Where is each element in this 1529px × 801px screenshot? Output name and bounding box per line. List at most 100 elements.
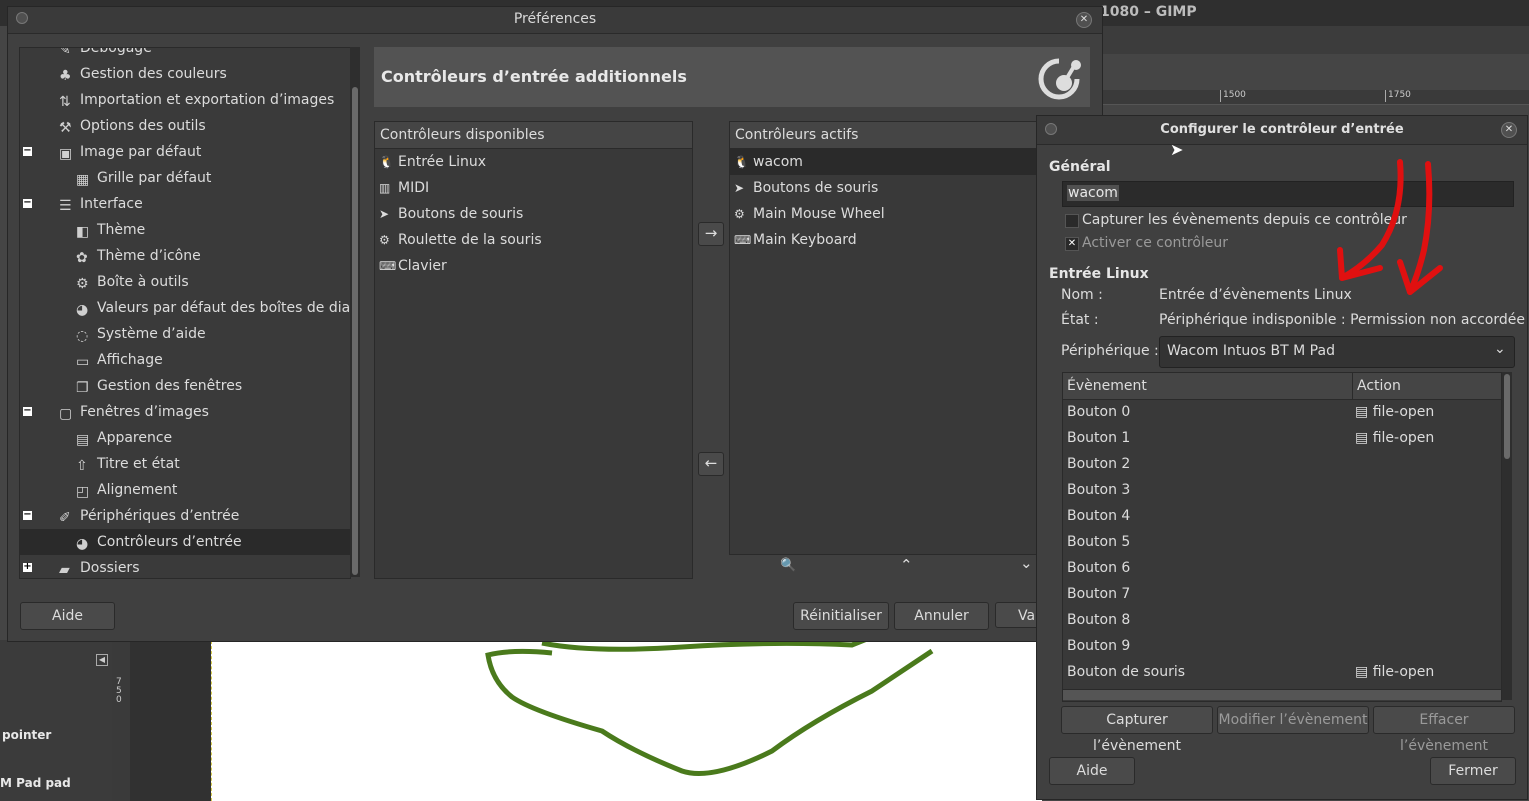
scrollbar-thumb[interactable] [1504, 374, 1510, 459]
event-column-header[interactable]: Évènement [1063, 373, 1355, 400]
event-row[interactable]: Bouton 7 [1063, 581, 1501, 607]
capture-event-button[interactable]: Capturer l’évènement [1061, 706, 1213, 754]
controller-item[interactable]: ⌨ Main Keyboard [734, 227, 857, 253]
controller-item[interactable]: ⚙ Main Mouse Wheel [734, 201, 885, 227]
tree-item-label: Gestion des fenêtres [97, 378, 243, 394]
event-action-label: file-open [1372, 404, 1435, 420]
controller-label: Main Mouse Wheel [753, 206, 885, 222]
tree-item[interactable]: ⇅ Importation et exportation d’images [59, 87, 334, 113]
help-button[interactable]: Aide [20, 602, 115, 630]
gimp-left-dock: pointer M Pad pad ◀ [0, 640, 130, 801]
tree-item-label: Périphériques d’entrée [80, 508, 240, 524]
expander-toggle[interactable]: − [23, 406, 32, 416]
device-select[interactable]: Wacom Intuos BT M Pad ⌄ [1159, 336, 1515, 368]
clear-event-button[interactable]: Effacer l’évènement [1373, 706, 1515, 754]
tree-item[interactable]: ❐ Gestion des fenêtres [76, 373, 242, 399]
events-scrollbar[interactable] [1502, 372, 1512, 700]
event-row[interactable]: Bouton 5 [1063, 529, 1501, 555]
expander-toggle[interactable]: − [23, 510, 32, 520]
event-row[interactable]: Bouton 9 [1063, 633, 1501, 659]
ruler-tick: 1500 [1220, 90, 1246, 102]
tree-item[interactable]: ▭ Affichage [76, 347, 163, 373]
controller-item[interactable]: 🐧 Entrée Linux [379, 149, 486, 175]
preferences-titlebar: Préférences ✕ [8, 7, 1102, 34]
event-row[interactable]: Bouton 0 ▤ file-open [1063, 399, 1501, 425]
expander-toggle[interactable]: + [23, 562, 32, 572]
pointer-icon: ➤ [734, 181, 745, 195]
event-row[interactable]: Bouton 8 [1063, 607, 1501, 633]
event-row[interactable]: Bouton 4 [1063, 503, 1501, 529]
modify-event-button[interactable]: Modifier l’évènement [1217, 706, 1369, 734]
capture-events-checkbox[interactable] [1065, 214, 1079, 228]
move-up-icon[interactable]: ⌃ [900, 556, 913, 574]
event-row[interactable]: Bouton 3 [1063, 477, 1501, 503]
tree-item[interactable]: ◧ Thème [76, 217, 145, 243]
controller-item[interactable]: ➤ Boutons de souris [734, 175, 878, 201]
event-row[interactable]: Bouton 6 [1063, 555, 1501, 581]
image-windows-icon: ▢ [59, 406, 73, 422]
event-action: ▤ file-open [1355, 425, 1434, 451]
tree-item[interactable]: ◕ Valeurs par défaut des boîtes de dialog… [76, 295, 351, 321]
tree-item-label: Titre et état [97, 456, 180, 472]
active-header: Contrôleurs actifs [730, 122, 1050, 149]
close-icon[interactable]: ✕ [1076, 12, 1092, 28]
toolbox-icon: ⚙ [76, 276, 89, 292]
tree-item[interactable]: ✎ Débogage [59, 48, 152, 61]
add-controller-button[interactable]: → [698, 222, 724, 246]
tree-item[interactable]: ☰ Interface [59, 191, 143, 217]
tree-item[interactable]: ◕ Contrôleurs d’entrée [20, 529, 350, 555]
tree-item[interactable]: ✿ Thème d’icône [76, 243, 201, 269]
file-open-icon: ▤ [1355, 430, 1373, 446]
event-action: ▤ file-open [1355, 399, 1434, 425]
import-icon: ⇅ [59, 94, 71, 110]
mouse-cursor-icon: ➤ [1170, 140, 1184, 159]
tree-item[interactable]: ⚙ Boîte à outils [76, 269, 189, 295]
cancel-button[interactable]: Annuler [894, 602, 989, 630]
controller-item[interactable]: ➤ Boutons de souris [379, 201, 523, 227]
tree-item[interactable]: ⚒ Options des outils [59, 113, 206, 139]
enable-controller-checkbox[interactable]: ✕ [1065, 237, 1079, 251]
controller-item[interactable]: ⌨ Clavier [379, 253, 447, 279]
event-name: Bouton 1 [1067, 430, 1131, 446]
tree-item[interactable]: ▢ Fenêtres d’images [59, 399, 209, 425]
event-row[interactable]: Bouton 2 [1063, 451, 1501, 477]
tree-item[interactable]: ▰ Dossiers [59, 555, 140, 578]
tree-item[interactable]: ▣ Image par défaut [59, 139, 201, 165]
help-button[interactable]: Aide [1049, 757, 1135, 785]
enable-controller-label: Activer ce contrôleur [1082, 235, 1229, 251]
tree-item[interactable]: ◌ Système d’aide [76, 321, 206, 347]
controller-item[interactable]: ▥ MIDI [379, 175, 429, 201]
tree-item[interactable]: ✐ Périphériques d’entrée [59, 503, 239, 529]
image-canvas[interactable] [211, 641, 1042, 801]
configure-titlebar: Configurer le contrôleur d’entrée ✕ [1037, 116, 1527, 145]
tree-item-label: Thème d’icône [97, 248, 201, 264]
close-icon[interactable]: ✕ [1501, 122, 1517, 138]
tree-item[interactable]: ⇧ Titre et état [76, 451, 180, 477]
controller-icon: ◕ [76, 536, 89, 552]
expander-toggle[interactable]: − [23, 146, 32, 156]
tree-item-label: Valeurs par défaut des boîtes de dialogu… [97, 300, 351, 316]
move-down-icon[interactable]: ⌄ [1020, 554, 1033, 572]
expander-toggle[interactable]: − [23, 198, 32, 208]
tool-options-icon: ⚒ [59, 120, 72, 136]
event-row[interactable]: Bouton de souris ▤ file-open [1063, 659, 1501, 685]
close-button[interactable]: Fermer [1430, 757, 1516, 785]
remove-controller-button[interactable]: ← [698, 452, 724, 476]
tree-scrollbar[interactable] [350, 47, 360, 577]
green-stroke-drawing [485, 641, 934, 776]
tree-item[interactable]: ▤ Apparence [76, 425, 172, 451]
tree-item[interactable]: ◰ Alignement [76, 477, 177, 503]
appearance-icon: ▤ [76, 432, 90, 448]
keyboard-icon: ⌨ [379, 259, 397, 273]
tree-item[interactable]: ▦ Grille par défaut [76, 165, 211, 191]
action-column-header[interactable]: Action [1352, 373, 1501, 400]
horizontal-scrollbar[interactable] [1063, 689, 1501, 700]
reset-button[interactable]: Réinitialiser [793, 602, 889, 630]
event-row[interactable]: Bouton 1 ▤ file-open [1063, 425, 1501, 451]
scrollbar-thumb[interactable] [352, 87, 358, 575]
tree-item[interactable]: ♣ Gestion des couleurs [59, 61, 227, 87]
controller-item[interactable]: ⚙ Roulette de la souris [379, 227, 542, 253]
configure-controller-icon[interactable]: 🔍 [780, 558, 796, 573]
controller-item[interactable]: 🐧 wacom [730, 149, 1050, 175]
dock-menu-icon[interactable]: ◀ [96, 654, 108, 666]
